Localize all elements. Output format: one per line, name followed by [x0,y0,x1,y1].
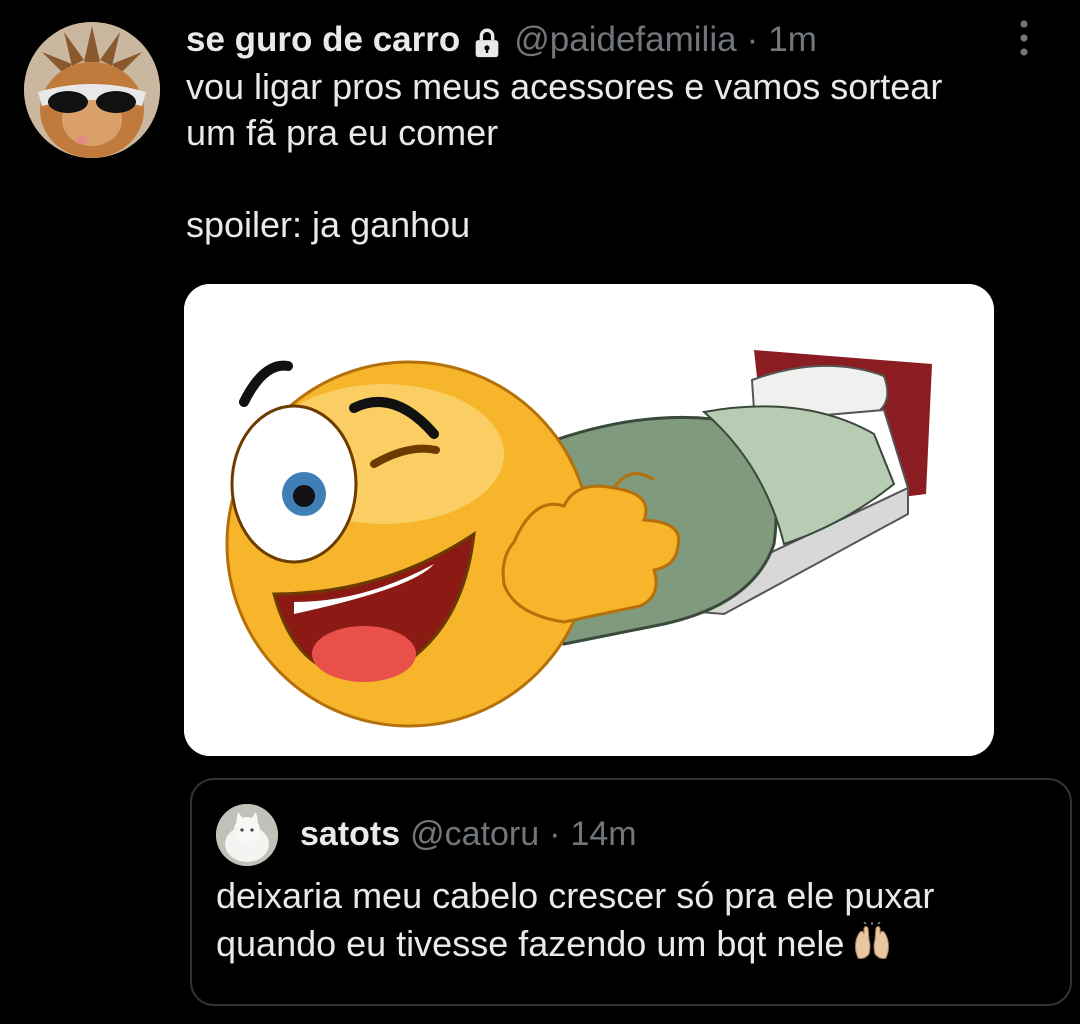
quoted-author-display-name[interactable]: satots [300,815,400,854]
lock-icon [470,23,504,58]
quoted-tweet-timestamp[interactable]: 14m [570,815,636,854]
quoted-author-handle[interactable]: @catoru [410,815,539,854]
tweet-text: vou ligar pros meus acessores e vamos so… [186,64,1056,248]
quoted-text-line-2: quando eu tivesse fazendo um bqt nele [216,920,1056,968]
author-avatar[interactable] [24,22,160,158]
tweet-text-line: vou ligar pros meus acessores e vamos so… [186,66,943,107]
quoted-text-line: quando eu tivesse fazendo um bqt nele [216,923,845,964]
tweet-text-line: um fã pra eu comer [186,112,499,153]
author-handle[interactable]: @paidefamilia [514,14,736,66]
separator-dot: · [549,814,561,853]
white-cat-avatar-icon [216,804,278,866]
tweet-text-line: spoiler: ja ganhou [186,204,471,245]
raising-hands-icon [852,921,892,962]
quoted-text-line: deixaria meu cabelo crescer só pra ele p… [216,875,935,916]
separator-dot: · [746,20,759,59]
tweet-media[interactable] [184,284,994,756]
winking-emoji-on-bed-image [184,284,994,756]
tweet-header: se guro de carro @paidefamilia · 1m [186,14,817,66]
quoted-author-avatar[interactable] [216,804,278,866]
cat-sunglasses-avatar-icon [24,22,160,158]
vertical-ellipsis-icon[interactable] [1002,16,1046,60]
author-display-name[interactable]: se guro de carro [186,14,460,66]
tweet-timestamp[interactable]: 1m [768,14,817,66]
quoted-tweet-card[interactable]: satots @catoru · 14m deixaria meu cabelo… [190,778,1072,1006]
quoted-tweet-text: deixaria meu cabelo crescer só pra ele p… [216,872,1056,968]
quoted-tweet-header: satots @catoru · 14m [300,808,637,860]
